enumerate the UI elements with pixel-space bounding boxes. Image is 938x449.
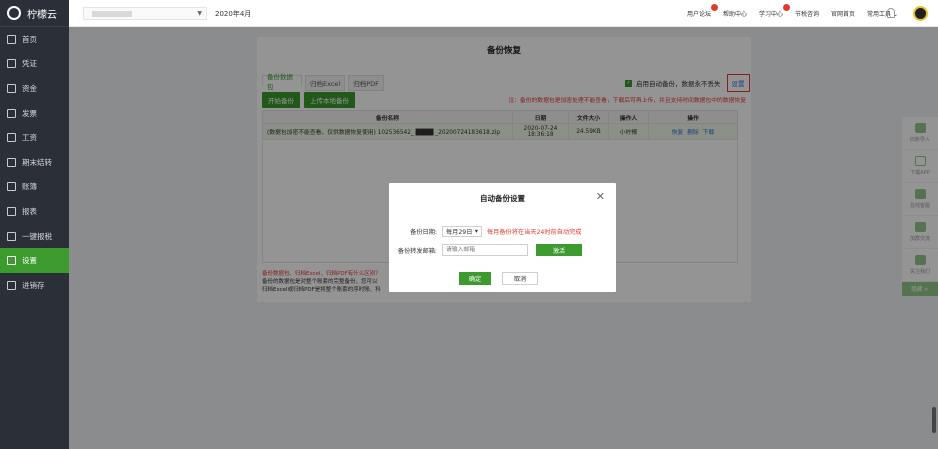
backup-date-select[interactable]: 每月29日 ▾ — [442, 226, 482, 237]
accounting-period[interactable]: 2020年4月 — [215, 9, 251, 19]
link-help-center[interactable]: 帮助中心 — [723, 9, 747, 18]
ledger-icon — [7, 182, 16, 192]
sidebar-item-label: 期末结转 — [22, 157, 52, 167]
forward-email-label: 备份转发邮箱: — [397, 247, 437, 255]
sidebar-item-label: 资金 — [22, 83, 37, 93]
company-selector[interactable]: ▼ — [83, 7, 207, 20]
sidebar-item-home[interactable]: 首页 — [0, 27, 69, 52]
app-logo[interactable]: 柠檬云 — [0, 0, 69, 27]
notification-dot-icon — [710, 4, 718, 11]
forward-email-row: 备份转发邮箱: 激活 — [389, 244, 582, 256]
ok-button[interactable]: 确定 — [459, 272, 491, 285]
inventory-icon — [7, 280, 16, 290]
backup-date-row: 备份日期: 每月29日 ▾ 每月备份将在当天24时前自动完成 — [389, 226, 582, 237]
sidebar-item-settings[interactable]: 设置 — [0, 248, 69, 273]
chevron-down-icon: ▼ — [197, 10, 202, 17]
modal-buttons: 确定 取消 — [459, 272, 538, 285]
cancel-button[interactable]: 取消 — [502, 272, 538, 285]
sidebar-item-label: 工资 — [22, 133, 37, 143]
notification-dot-icon — [783, 4, 791, 11]
sidebar-item-label: 凭证 — [22, 59, 37, 69]
period-end-icon — [7, 157, 16, 167]
top-bar: ▼ 2020年4月 用户论坛 帮助中心 学习中心 节税咨询 官网首页 常用工具 … — [69, 0, 938, 27]
top-links: 用户论坛 帮助中心 学习中心 节税咨询 官网首页 常用工具 ⌄ — [687, 4, 898, 18]
backup-date-label: 备份日期: — [410, 229, 437, 236]
salary-icon — [7, 133, 16, 143]
sidebar-item-salary[interactable]: 工资 — [0, 125, 69, 150]
bell-icon[interactable] — [887, 8, 895, 18]
caret-down-icon: ▾ — [474, 228, 478, 235]
fund-icon — [7, 83, 16, 93]
company-name-redacted — [92, 11, 132, 17]
sidebar-item-tax[interactable]: 一键报税 — [0, 224, 69, 249]
avatar[interactable] — [913, 6, 928, 21]
sidebar: 柠檬云 首页 凭证 资金 发票 工资 期末结转 账簿 报表 一键报税 设置 进销… — [0, 0, 69, 449]
link-learning-center[interactable]: 学习中心 — [759, 4, 791, 18]
tax-icon — [7, 231, 16, 241]
sidebar-item-invoice[interactable]: 发票 — [0, 101, 69, 126]
app-name: 柠檬云 — [27, 9, 57, 21]
gear-icon — [7, 256, 16, 266]
activate-button[interactable]: 激活 — [536, 244, 582, 256]
forward-email-input[interactable] — [442, 244, 528, 256]
sidebar-item-label: 发票 — [22, 108, 37, 118]
sidebar-item-report[interactable]: 报表 — [0, 199, 69, 224]
close-icon[interactable]: ✕ — [596, 190, 605, 203]
invoice-icon — [7, 108, 16, 118]
link-official-site[interactable]: 官网首页 — [831, 9, 855, 18]
sidebar-item-label: 首页 — [22, 34, 37, 44]
sidebar-item-voucher[interactable]: 凭证 — [0, 52, 69, 77]
sidebar-item-fund[interactable]: 资金 — [0, 76, 69, 101]
auto-backup-modal: 自动备份设置 ✕ 备份日期: 每月29日 ▾ 每月备份将在当天24时前自动完成 备… — [389, 183, 616, 292]
sidebar-item-label: 报表 — [22, 206, 37, 216]
sidebar-item-label: 一键报税 — [22, 231, 52, 241]
sidebar-item-ledger[interactable]: 账簿 — [0, 175, 69, 200]
backup-date-hint: 每月备份将在当天24时前自动完成 — [487, 229, 582, 236]
sidebar-item-label: 进销存 — [22, 280, 45, 290]
sidebar-item-label: 账簿 — [22, 182, 37, 192]
lemon-logo-icon — [7, 6, 21, 20]
voucher-icon — [7, 59, 16, 69]
scrollbar[interactable] — [932, 407, 936, 433]
report-icon — [7, 206, 16, 216]
home-icon — [7, 34, 16, 44]
sidebar-item-inventory[interactable]: 进销存 — [0, 273, 69, 298]
sidebar-item-label: 设置 — [22, 256, 37, 266]
link-user-forum[interactable]: 用户论坛 — [687, 4, 718, 18]
link-tax-consult[interactable]: 节税咨询 — [795, 9, 819, 18]
sidebar-nav: 首页 凭证 资金 发票 工资 期末结转 账簿 报表 一键报税 设置 进销存 — [0, 27, 69, 298]
sidebar-item-period-end[interactable]: 期末结转 — [0, 150, 69, 175]
modal-title: 自动备份设置 — [480, 194, 525, 203]
